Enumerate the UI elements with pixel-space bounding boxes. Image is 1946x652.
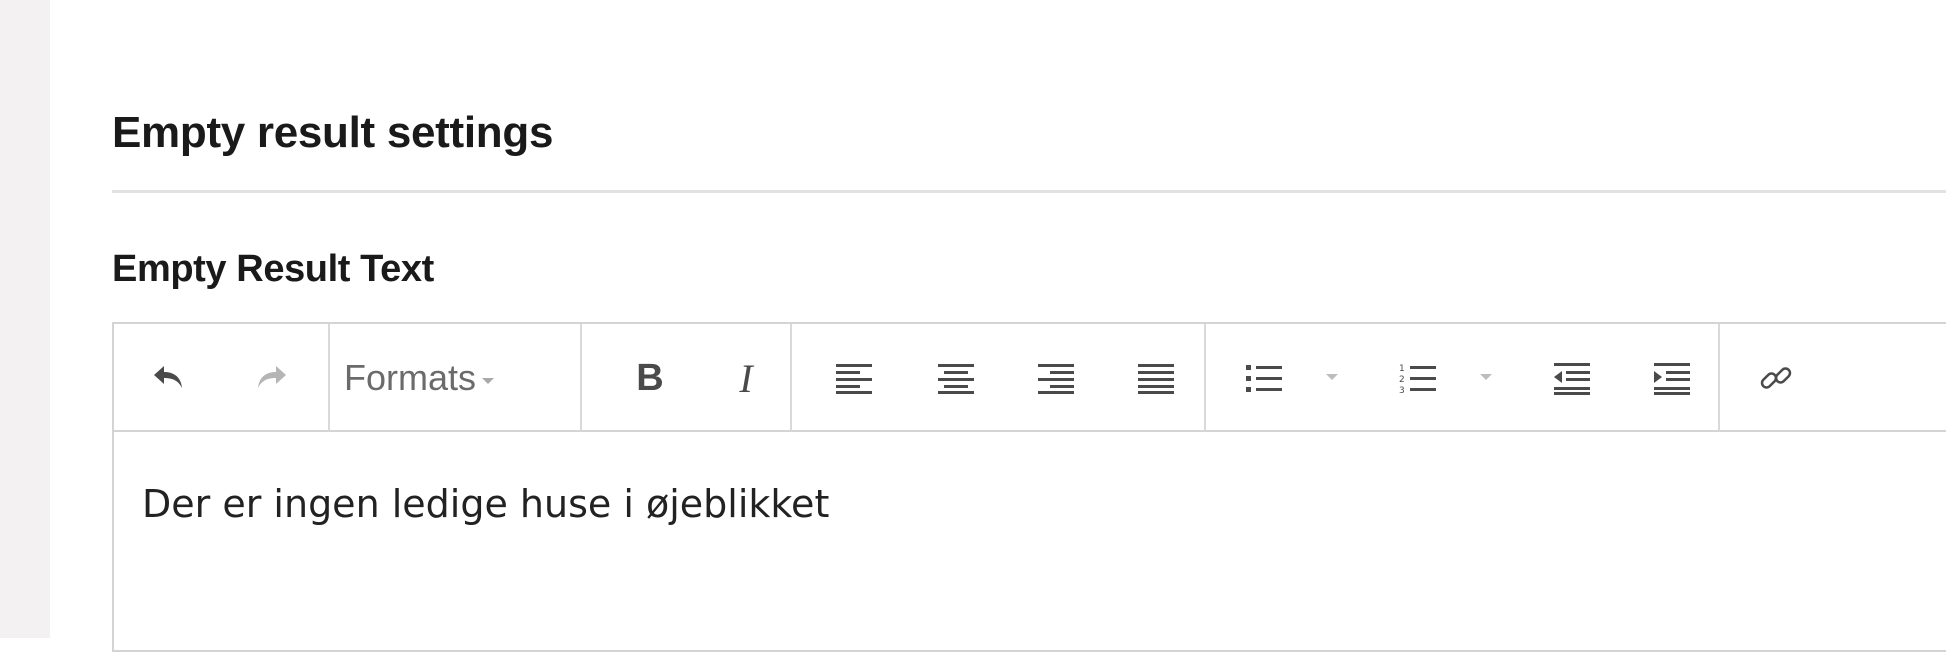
link-icon [1760,367,1792,389]
align-left-icon [836,364,872,394]
bold-icon: B [636,356,664,399]
toolbar-separator [1718,324,1720,430]
toolbar-separator [580,324,582,430]
align-justify-button[interactable] [1128,350,1184,406]
align-center-icon [938,364,974,394]
toolbar-separator [328,324,330,430]
formats-label: Formats [344,357,477,398]
align-right-button[interactable] [1028,350,1084,406]
rich-text-editor: Formats B I 1 2 3 Der er ingen ledige hu… [112,322,1946,652]
align-justify-icon [1138,364,1174,394]
align-center-button[interactable] [928,350,984,406]
bold-button[interactable]: B [622,350,678,406]
numbered-list-dropdown-icon[interactable] [1480,374,1492,380]
outdent-button[interactable] [1544,350,1600,406]
redo-icon [258,366,286,388]
undo-icon [154,366,182,388]
italic-icon: I [739,355,753,401]
indent-icon [1654,363,1690,395]
numbered-list-button[interactable]: 1 2 3 [1390,350,1446,406]
left-sidebar-edge [0,0,50,638]
chevron-down-icon [482,378,495,384]
bullet-list-button[interactable] [1236,350,1292,406]
section-title: Empty result settings [112,108,554,157]
toolbar-separator [1204,324,1206,430]
svg-text:2: 2 [1399,375,1405,385]
align-right-icon [1038,364,1074,394]
formats-dropdown[interactable]: Formats [344,350,495,406]
undo-button[interactable] [142,350,198,406]
section-divider [112,190,1946,193]
link-button[interactable] [1748,350,1804,406]
align-left-button[interactable] [826,350,882,406]
bullet-list-dropdown-icon[interactable] [1326,374,1338,380]
indent-button[interactable] [1644,350,1700,406]
toolbar-separator [790,324,792,430]
italic-button[interactable]: I [718,350,774,406]
redo-button[interactable] [242,350,298,406]
editor-content[interactable]: Der er ingen ledige huse i øjeblikket [142,482,829,526]
numbered-list-icon: 1 2 3 [1399,364,1436,396]
svg-text:1: 1 [1399,364,1405,374]
bullet-list-icon [1246,365,1282,392]
svg-text:3: 3 [1399,386,1405,396]
field-label: Empty Result Text [112,248,434,290]
editor-toolbar: Formats B I 1 2 3 [114,324,1946,432]
outdent-icon [1554,363,1590,395]
